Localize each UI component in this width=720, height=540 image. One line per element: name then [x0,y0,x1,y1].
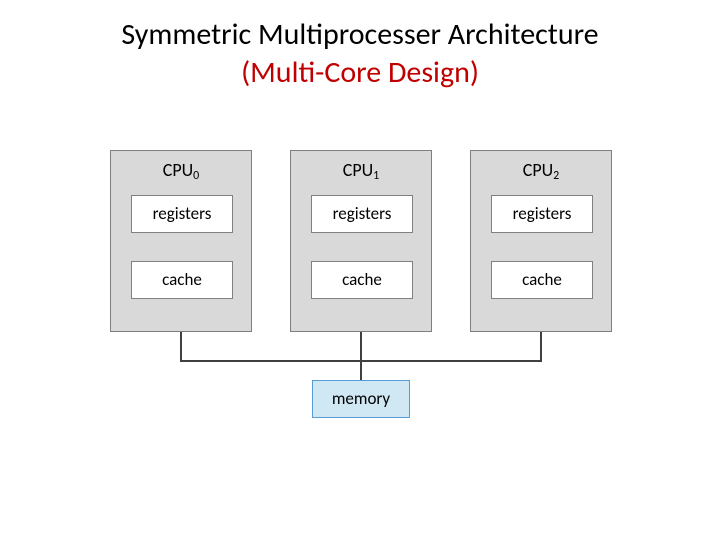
title-line1: Symmetric Multiprocesser Architecture [121,16,598,53]
page-title: Symmetric Multiprocesser Architecture (M… [0,16,720,91]
memory-block: memory [312,380,410,418]
cpu2-label-prefix: CPU [523,159,553,181]
cpu0-label: CPU0 [111,159,251,181]
cpu-block-1: CPU1 registers cache [290,150,432,332]
cpu1-cache: cache [311,261,413,299]
cpu1-label-prefix: CPU [343,159,373,181]
wire-cpu2 [540,332,542,362]
cpu2-cache: cache [491,261,593,299]
cpu2-registers: registers [491,195,593,233]
slide: Symmetric Multiprocesser Architecture (M… [0,0,720,540]
cpu0-label-prefix: CPU [163,159,193,181]
cpu1-registers: registers [311,195,413,233]
cpu0-registers: registers [131,195,233,233]
wire-memory [360,360,362,380]
title-line2: (Multi-Core Design) [241,54,479,91]
cpu1-label-sub: 1 [373,169,379,183]
cpu1-label: CPU1 [291,159,431,181]
architecture-diagram: CPU0 registers cache CPU1 registers cach… [0,150,720,410]
cpu2-label-sub: 2 [553,169,559,183]
cpu2-label: CPU2 [471,159,611,181]
cpu-block-0: CPU0 registers cache [110,150,252,332]
cpu0-cache: cache [131,261,233,299]
cpu-block-2: CPU2 registers cache [470,150,612,332]
wire-cpu0 [180,332,182,362]
cpu0-label-sub: 0 [193,169,199,183]
wire-cpu1 [360,332,362,362]
